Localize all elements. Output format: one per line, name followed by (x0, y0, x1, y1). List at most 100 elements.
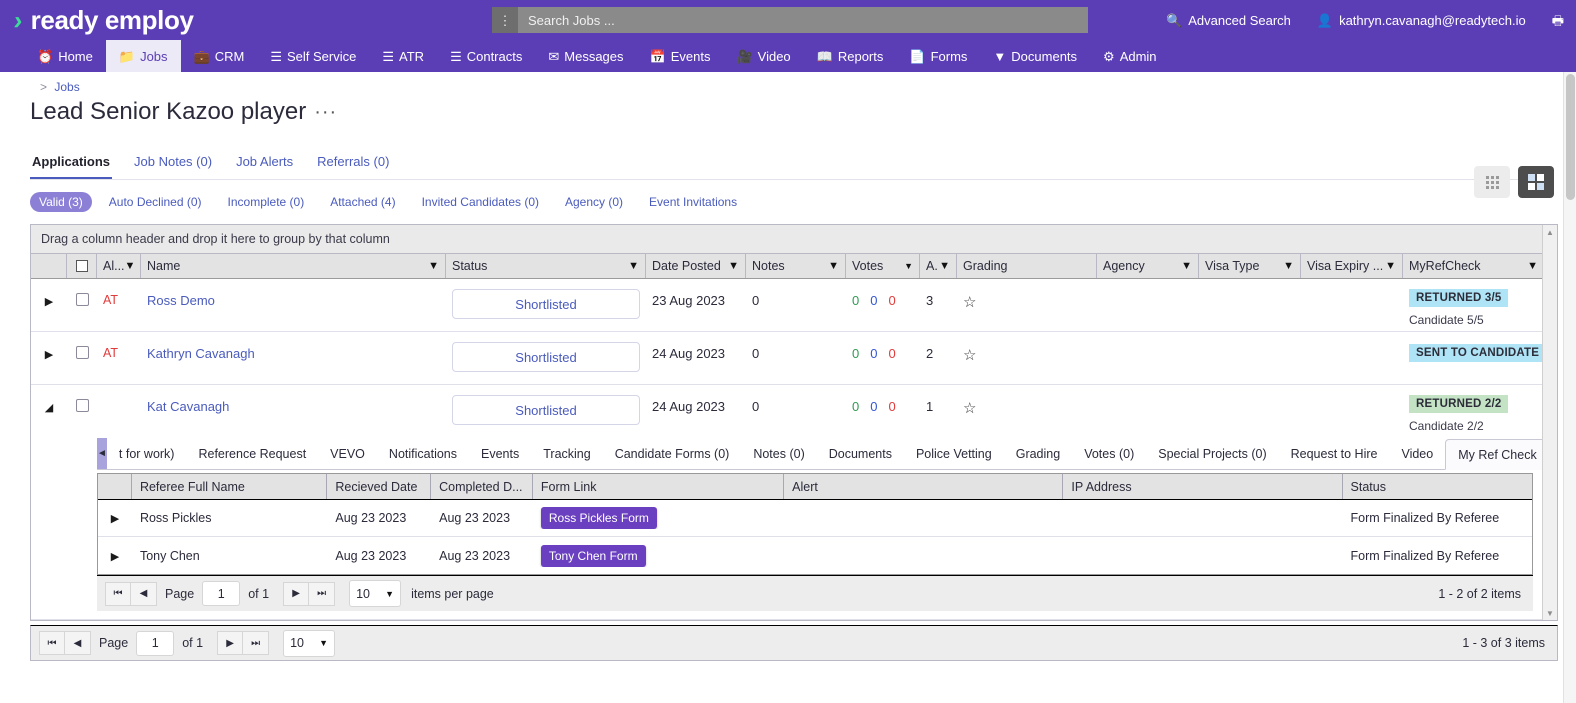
row-checkbox[interactable] (75, 346, 89, 359)
column-header-votes[interactable]: Votes ▼ (846, 254, 920, 278)
page-vertical-scrollbar[interactable] (1563, 72, 1576, 703)
detail-tab-votes[interactable]: Votes (0) (1072, 438, 1146, 469)
pill-event-invitations[interactable]: Event Invitations (640, 192, 746, 212)
column-header-agency[interactable]: Agency ▼ (1097, 254, 1199, 278)
search-bar[interactable]: ⋮ (492, 7, 1088, 33)
nav-item-documents[interactable]: ▼ Documents (980, 40, 1090, 72)
detail-tab-vevo[interactable]: VEVO (318, 438, 377, 469)
prev-page-button[interactable]: ◀ (131, 581, 157, 606)
nav-item-atr[interactable]: ☰ ATR (369, 40, 437, 72)
expand-row-icon[interactable]: ▶ (111, 513, 119, 525)
row-checkbox[interactable] (75, 293, 89, 306)
page-title-more-icon[interactable]: ··· (314, 102, 337, 122)
column-header-alert[interactable]: Alert (784, 474, 1064, 499)
pill-agency[interactable]: Agency (0) (556, 192, 632, 212)
nav-item-home[interactable]: ⏰ Home (24, 40, 106, 72)
last-page-button[interactable]: ⏭ (243, 631, 270, 655)
prev-page-button[interactable]: ◀ (65, 631, 91, 655)
grid-vertical-scrollbar[interactable]: ▲ ▼ (1542, 225, 1557, 620)
detail-tab-documents[interactable]: Documents (817, 438, 904, 469)
filter-funnel-icon[interactable]: ▼ (1527, 260, 1538, 272)
nav-item-reports[interactable]: 📖 Reports (804, 40, 897, 72)
page-size-select[interactable]: 10 ▼ (283, 629, 336, 657)
column-header-ip-address[interactable]: IP Address (1063, 474, 1343, 499)
detail-tab-tracking[interactable]: Tracking (531, 438, 602, 469)
column-header-completed-date[interactable]: Completed D... (431, 474, 533, 499)
form-link-button[interactable]: Ross Pickles Form (540, 507, 657, 529)
page-number-input[interactable] (136, 630, 175, 656)
scroll-up-arrow-icon[interactable]: ▲ (1543, 225, 1557, 239)
column-header-recieved-date[interactable]: Recieved Date (327, 474, 432, 499)
detail-tab-my-ref-check[interactable]: My Ref Check (1445, 439, 1550, 470)
star-icon[interactable]: ☆ (963, 294, 976, 311)
last-page-button[interactable]: ⏭ (309, 581, 336, 606)
first-page-button[interactable]: ⏮ (105, 581, 131, 606)
detail-tab-grading[interactable]: Grading (1004, 438, 1072, 469)
nav-item-crm[interactable]: 💼 CRM (181, 40, 258, 72)
star-icon[interactable]: ☆ (963, 347, 976, 364)
column-header-myrefcheck[interactable]: MyRefCheck ▼ (1403, 254, 1544, 278)
pill-valid[interactable]: Valid (3) (30, 192, 92, 212)
first-page-button[interactable]: ⏮ (39, 631, 65, 655)
select-all-checkbox[interactable] (75, 260, 88, 272)
status-button[interactable]: Shortlisted (452, 342, 640, 372)
tabs-scroll-left-button[interactable]: ◄ (97, 438, 107, 469)
tab-job-notes[interactable]: Job Notes (0) (132, 154, 214, 179)
column-header-select-all[interactable] (67, 254, 97, 278)
filter-funnel-icon[interactable]: ▼ (1385, 260, 1396, 272)
page-number-input[interactable] (202, 581, 241, 606)
detail-tab-request-to-hire[interactable]: Request to Hire (1279, 438, 1390, 469)
detail-tab-special-projects[interactable]: Special Projects (0) (1146, 438, 1278, 469)
detail-tab-notifications[interactable]: Notifications (377, 438, 469, 469)
nav-item-video[interactable]: 🎥 Video (723, 40, 803, 72)
filter-funnel-icon[interactable]: ▼ (939, 260, 950, 272)
detail-tab-reference-request[interactable]: Reference Request (186, 438, 318, 469)
page-size-select[interactable]: 10 ▼ (349, 580, 402, 607)
pill-attached[interactable]: Attached (4) (321, 192, 404, 212)
detail-tab-video[interactable]: Video (1389, 438, 1445, 469)
breadcrumb-link-jobs[interactable]: Jobs (54, 80, 79, 94)
status-button[interactable]: Shortlisted (452, 395, 640, 425)
column-header-status[interactable]: Status ▼ (446, 254, 646, 278)
chevron-down-icon[interactable]: ▼ (904, 261, 913, 271)
nav-item-forms[interactable]: 📄 Forms (896, 40, 980, 72)
column-header-visa-type[interactable]: Visa Type ▼ (1199, 254, 1301, 278)
user-menu[interactable]: 👤 kathryn.cavanagh@readytech.io (1317, 13, 1526, 28)
filter-funnel-icon[interactable]: ▼ (1283, 260, 1294, 272)
column-header-date-posted[interactable]: Date Posted ▼ (646, 254, 746, 278)
next-page-button[interactable]: ▶ (217, 631, 244, 655)
table-row[interactable]: ▶ AT Ross Demo Shortlisted 23 Aug 2023 0… (31, 279, 1557, 332)
star-icon[interactable]: ☆ (963, 400, 976, 417)
column-header-referee-full-name[interactable]: Referee Full Name (132, 474, 328, 499)
advanced-search-link[interactable]: 🔍 Advanced Search (1166, 13, 1291, 28)
detail-tab-events[interactable]: Events (469, 438, 531, 469)
column-header-alert[interactable]: Al... ▼ (97, 254, 141, 278)
tab-job-alerts[interactable]: Job Alerts (234, 154, 295, 179)
table-row[interactable]: ▶ Ross Pickles Aug 23 2023 Aug 23 2023 R… (98, 500, 1532, 537)
row-checkbox[interactable] (75, 399, 89, 412)
candidate-name-link[interactable]: Ross Demo (147, 293, 215, 308)
detail-tab-notes[interactable]: Notes (0) (741, 438, 816, 469)
filter-funnel-icon[interactable]: ▼ (125, 260, 136, 272)
pill-incomplete[interactable]: Incomplete (0) (219, 192, 314, 212)
detail-tab-police-vetting[interactable]: Police Vetting (904, 438, 1004, 469)
filter-funnel-icon[interactable]: ▼ (1181, 260, 1192, 272)
column-header-visa-expiry[interactable]: Visa Expiry ... ▼ (1301, 254, 1403, 278)
scrollbar-thumb[interactable] (1566, 74, 1575, 200)
detail-tab-candidate-forms[interactable]: Candidate Forms (0) (603, 438, 742, 469)
column-header-status[interactable]: Status (1343, 474, 1532, 499)
nav-item-messages[interactable]: ✉ Messages (535, 40, 636, 72)
nav-item-jobs[interactable]: 📁 Jobs (105, 40, 181, 72)
grid-view-button[interactable] (1474, 166, 1510, 198)
candidate-name-link[interactable]: Kat Cavanagh (147, 399, 229, 414)
column-header-name[interactable]: Name ▼ (141, 254, 446, 278)
expand-row-icon[interactable]: ▶ (45, 349, 53, 361)
nav-item-self-service[interactable]: ☰ Self Service (257, 40, 369, 72)
search-options-kebab-icon[interactable]: ⋮ (492, 7, 518, 33)
status-button[interactable]: Shortlisted (452, 289, 640, 319)
card-view-button[interactable] (1518, 166, 1554, 198)
filter-funnel-icon[interactable]: ▼ (728, 260, 739, 272)
column-header-grading[interactable]: Grading (957, 254, 1097, 278)
nav-item-events[interactable]: 📅 Events (637, 40, 724, 72)
filter-funnel-icon[interactable]: ▼ (828, 260, 839, 272)
